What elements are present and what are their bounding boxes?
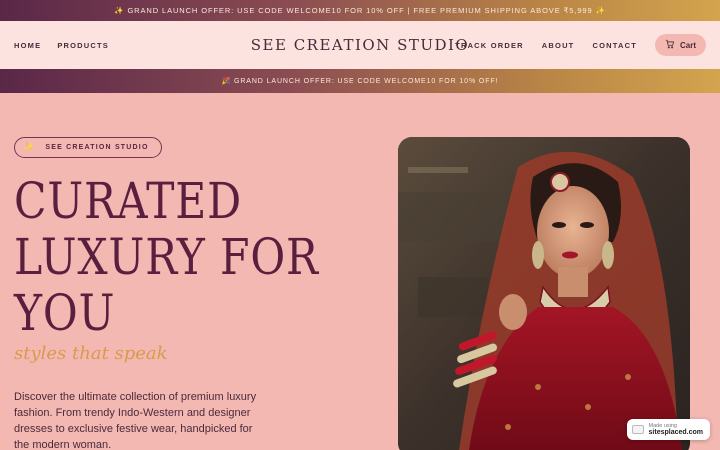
promo-banner: 🎉 GRAND LAUNCH OFFER: USE CODE WELCOME10… <box>0 69 720 93</box>
headline-line-1: CURATED <box>14 172 243 230</box>
made-using-badge[interactable]: Made using sitesplaced.com <box>626 419 710 440</box>
cart-button[interactable]: Cart <box>654 34 706 56</box>
browser-window-icon <box>631 425 644 434</box>
hero-description: Discover the ultimate collection of prem… <box>14 391 257 450</box>
hero-section: ✨ SEE CREATION STUDIO CURATED LUXURY FOR… <box>0 93 720 450</box>
sparkle-icon: ✨ <box>23 142 36 152</box>
brand-pill-label: SEE CREATION STUDIO <box>45 144 149 151</box>
hero-tagline: styles that speak <box>14 343 168 364</box>
headline-line-3: YOU <box>14 284 116 342</box>
headline-line-2: LUXURY FOR <box>14 228 319 286</box>
hero-model-image <box>398 137 690 450</box>
brand-pill: ✨ SEE CREATION STUDIO <box>14 137 162 158</box>
nav-right-links: TRACK ORDER ABOUT CONTACT Cart <box>455 34 706 56</box>
cart-label: Cart <box>679 40 696 50</box>
nav-left-links: HOME PRODUCTS <box>14 41 109 50</box>
announcement-bar: ✨ GRAND LAUNCH OFFER: USE CODE WELCOME10… <box>0 0 720 21</box>
nav-link-about[interactable]: ABOUT <box>542 41 575 50</box>
nav-link-contact[interactable]: CONTACT <box>592 41 637 50</box>
shopping-cart-icon <box>665 39 675 51</box>
nav-link-home[interactable]: HOME <box>14 41 41 50</box>
nav-link-products[interactable]: PRODUCTS <box>57 41 109 50</box>
made-using-site: sitesplaced.com <box>648 429 703 436</box>
promo-text: 🎉 GRAND LAUNCH OFFER: USE CODE WELCOME10… <box>221 78 499 85</box>
announcement-text: ✨ GRAND LAUNCH OFFER: USE CODE WELCOME10… <box>114 6 606 15</box>
main-nav: HOME PRODUCTS SEE CREATION STUDIO TRACK … <box>0 21 720 69</box>
brand-logo[interactable]: SEE CREATION STUDIO <box>251 36 469 54</box>
hero-headline: CURATED LUXURY FOR YOU <box>14 173 319 341</box>
